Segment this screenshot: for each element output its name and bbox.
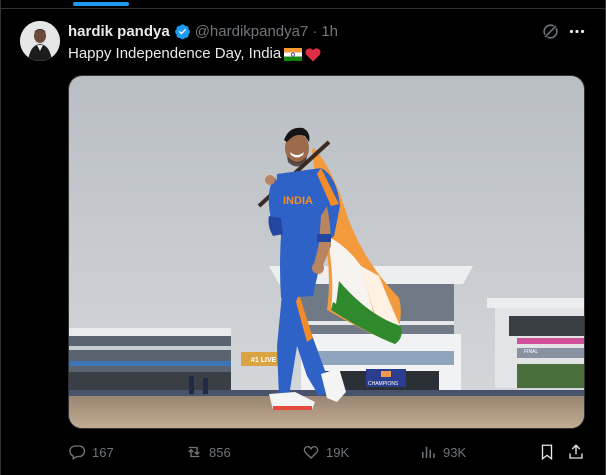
tweet-actions: 167 856 19K 93K [68, 442, 585, 462]
tweet-text-content: Happy Independence Day, India [68, 45, 282, 62]
repost-button[interactable]: 856 [185, 442, 231, 462]
more-icon[interactable] [567, 22, 587, 41]
red-heart-emoji [305, 47, 321, 61]
user-handle[interactable]: @hardikpandya7 [195, 23, 309, 40]
tweet-header: hardik pandya @hardikpandya7 · 1h [68, 21, 338, 41]
india-flag-emoji [284, 47, 303, 61]
bookmark-icon [541, 444, 553, 461]
reply-icon [69, 445, 86, 460]
grok-icon[interactable] [541, 22, 560, 41]
views-icon [422, 446, 435, 458]
bookmark-button[interactable] [538, 442, 556, 462]
post-time[interactable]: 1h [321, 23, 338, 40]
active-tab-indicator [73, 2, 129, 6]
repost-count: 856 [209, 444, 231, 460]
verified-badge-icon [174, 23, 190, 39]
banner-flag [381, 371, 391, 377]
share-icon [569, 444, 583, 459]
avatar-image [20, 21, 60, 61]
tweet-photo[interactable]: #1 LIVE CHAMPIONS FINAL INDIA [68, 75, 585, 429]
like-button[interactable]: 19K [302, 442, 349, 462]
photo-illustration: #1 LIVE CHAMPIONS FINAL INDIA [69, 76, 584, 428]
right-stand [487, 298, 584, 388]
like-icon [303, 445, 319, 459]
banner-text-live: #1 LIVE [251, 357, 277, 364]
separator-dot: · [312, 22, 318, 40]
share-button[interactable] [567, 442, 585, 462]
frame-left-border [0, 0, 1, 475]
banner-text-champions: CHAMPIONS [368, 381, 399, 387]
background-person [189, 376, 194, 394]
like-count: 19K [326, 444, 350, 460]
avatar[interactable] [20, 21, 60, 61]
display-name[interactable]: hardik pandya [68, 23, 170, 40]
background-person [203, 378, 208, 394]
views-button[interactable]: 93K [419, 442, 466, 462]
banner-text-final: FINAL [524, 349, 538, 355]
jersey-text: INDIA [283, 195, 313, 207]
repost-icon [188, 446, 200, 458]
view-count: 93K [443, 444, 467, 460]
reply-button[interactable]: 167 [68, 442, 114, 462]
reply-count: 167 [92, 444, 114, 460]
tweet-text: Happy Independence Day, India [68, 44, 321, 64]
top-divider [0, 8, 606, 9]
pitch-ground [69, 396, 584, 428]
